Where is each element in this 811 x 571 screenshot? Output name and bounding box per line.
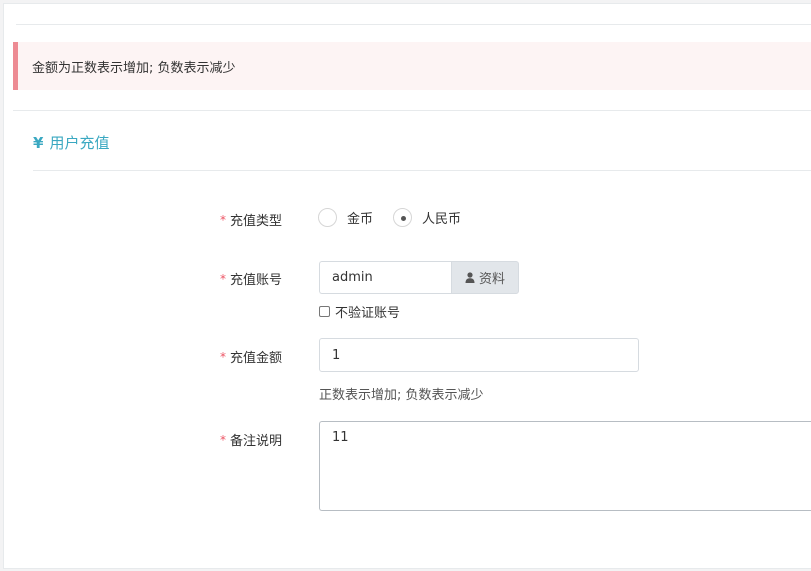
yen-icon: ¥ [33, 133, 44, 152]
skip-verify-checkbox[interactable] [319, 306, 330, 317]
radio-rmb-label: 人民币 [422, 212, 462, 227]
section-title: ¥ 用户充值 [33, 132, 109, 153]
radio-option-gold[interactable]: 金币 [318, 208, 373, 227]
required-mark: * [220, 271, 226, 286]
account-input[interactable] [319, 261, 451, 294]
remark-textarea[interactable]: 11 [319, 421, 811, 511]
info-alert: 金额为正数表示增加; 负数表示减少 [13, 42, 811, 90]
profile-button[interactable]: 资料 [451, 261, 519, 294]
section-title-text: 用户充值 [49, 134, 110, 152]
recharge-amount-label-text: 充值金额 [230, 351, 283, 366]
section-divider [13, 110, 811, 111]
radio-gold[interactable] [318, 208, 337, 227]
recharge-type-label: * 充值类型 [220, 210, 283, 230]
amount-help-text: 正数表示增加; 负数表示减少 [319, 388, 484, 403]
skip-verify-checkbox-row[interactable]: 不验证账号 [319, 302, 400, 321]
title-divider [33, 170, 811, 171]
required-mark: * [220, 212, 226, 227]
recharge-account-label-text: 充值账号 [230, 273, 283, 288]
amount-input[interactable] [319, 338, 639, 372]
recharge-type-label-text: 充值类型 [230, 214, 283, 229]
remark-label-text: 备注说明 [230, 434, 283, 449]
recharge-amount-label: * 充值金额 [220, 347, 283, 367]
profile-button-label: 资料 [478, 272, 505, 287]
alert-text: 金额为正数表示增加; 负数表示减少 [32, 60, 236, 76]
radio-option-rmb[interactable]: 人民币 [393, 208, 461, 227]
required-mark: * [220, 432, 226, 447]
recharge-account-label: * 充值账号 [220, 269, 283, 289]
account-input-group: 资料 [319, 261, 519, 294]
remark-label: * 备注说明 [220, 430, 283, 450]
user-icon [465, 272, 475, 283]
content-panel: 金额为正数表示增加; 负数表示减少 ¥ 用户充值 * 充值类型 金币 人民币 *… [3, 3, 811, 569]
skip-verify-label: 不验证账号 [335, 306, 401, 321]
radio-rmb[interactable] [393, 208, 413, 227]
required-mark: * [220, 349, 226, 364]
recharge-type-radio-group: 金币 人民币 [318, 208, 481, 227]
radio-gold-label: 金币 [347, 212, 374, 227]
top-divider [16, 24, 811, 25]
